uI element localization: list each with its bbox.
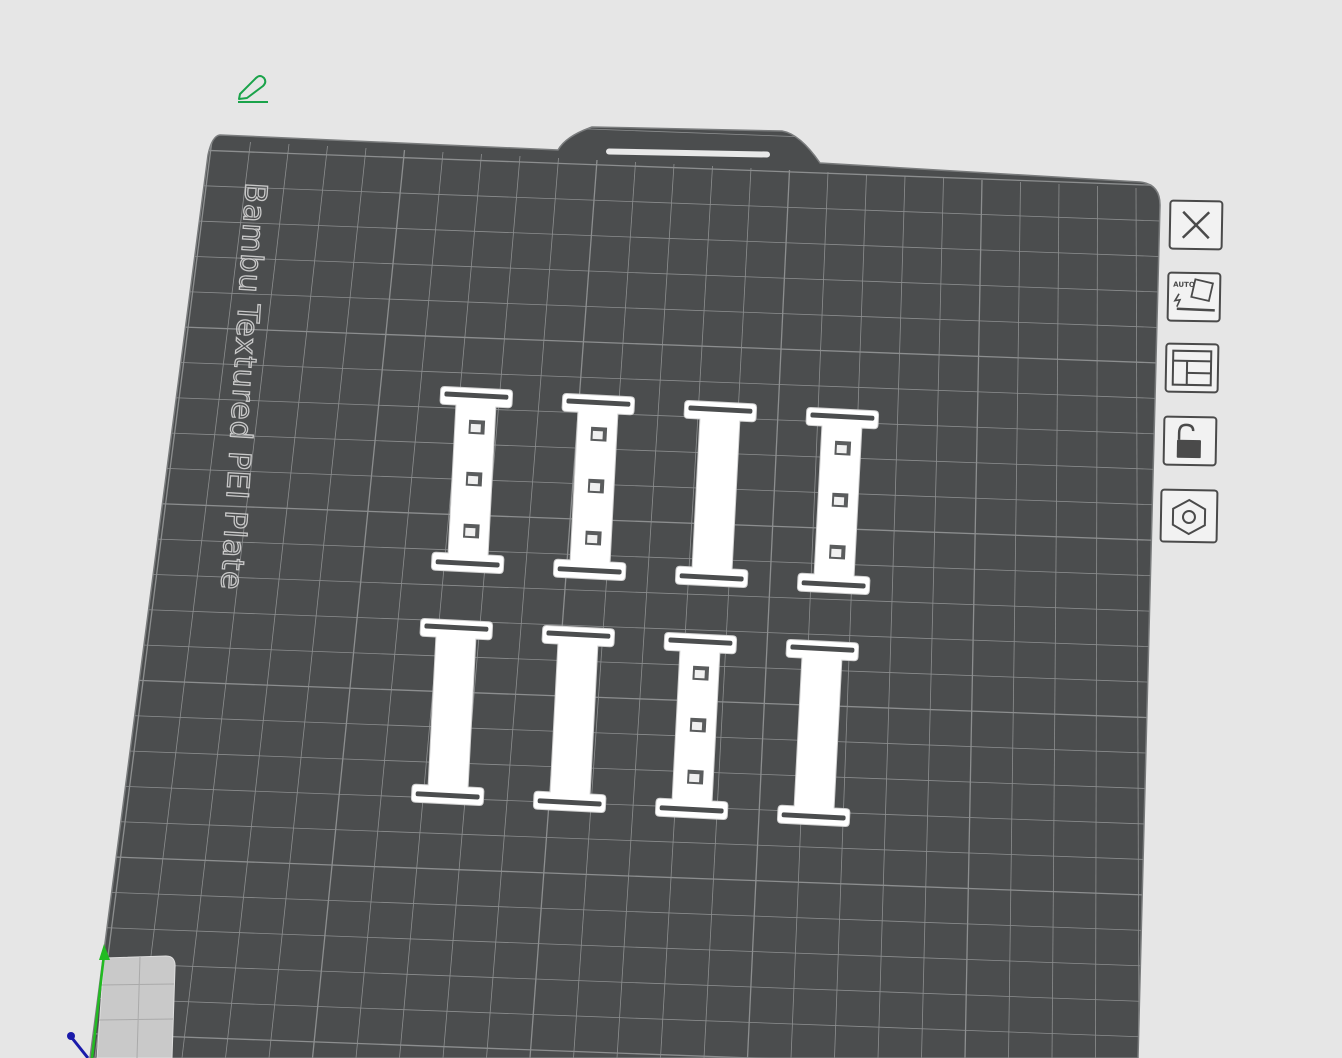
hexagon-settings-icon	[1171, 498, 1207, 536]
edit-pencil-icon[interactable]	[234, 72, 274, 108]
unlock-icon	[1176, 423, 1201, 459]
part-hole-inner	[836, 444, 847, 454]
part-hole-inner	[691, 721, 703, 731]
part-hole-inner	[831, 548, 842, 558]
part-hole-inner	[689, 773, 700, 783]
part-hole-inner	[587, 534, 598, 544]
part-hole-inner	[465, 527, 476, 537]
plate-settings-button[interactable]	[1159, 488, 1219, 544]
auto-orient-icon: AUTO	[1173, 278, 1215, 312]
z-axis-line	[70, 1037, 90, 1058]
arrange-button[interactable]	[1164, 342, 1220, 394]
lock-button[interactable]	[1162, 415, 1218, 467]
part-hole-inner	[470, 423, 481, 433]
z-axis-tip-icon	[67, 1032, 75, 1040]
part-hole-inner	[589, 482, 601, 492]
auto-label: AUTO	[1173, 281, 1195, 289]
part-hole-inner	[694, 669, 705, 679]
close-icon	[1181, 210, 1211, 240]
auto-orient-button[interactable]: AUTO	[1166, 271, 1222, 323]
corner-marker	[96, 955, 176, 1058]
part-hole-inner	[467, 475, 479, 485]
arrange-icon	[1171, 349, 1213, 387]
build-plate[interactable]: Bambu Textured PEI Plate	[8, 110, 1226, 1058]
part-hole-inner	[833, 496, 845, 506]
part-hole-inner	[592, 430, 603, 440]
close-button[interactable]	[1168, 199, 1224, 251]
3d-viewport[interactable]: Bambu Textured PEI Plate	[0, 0, 1342, 1058]
